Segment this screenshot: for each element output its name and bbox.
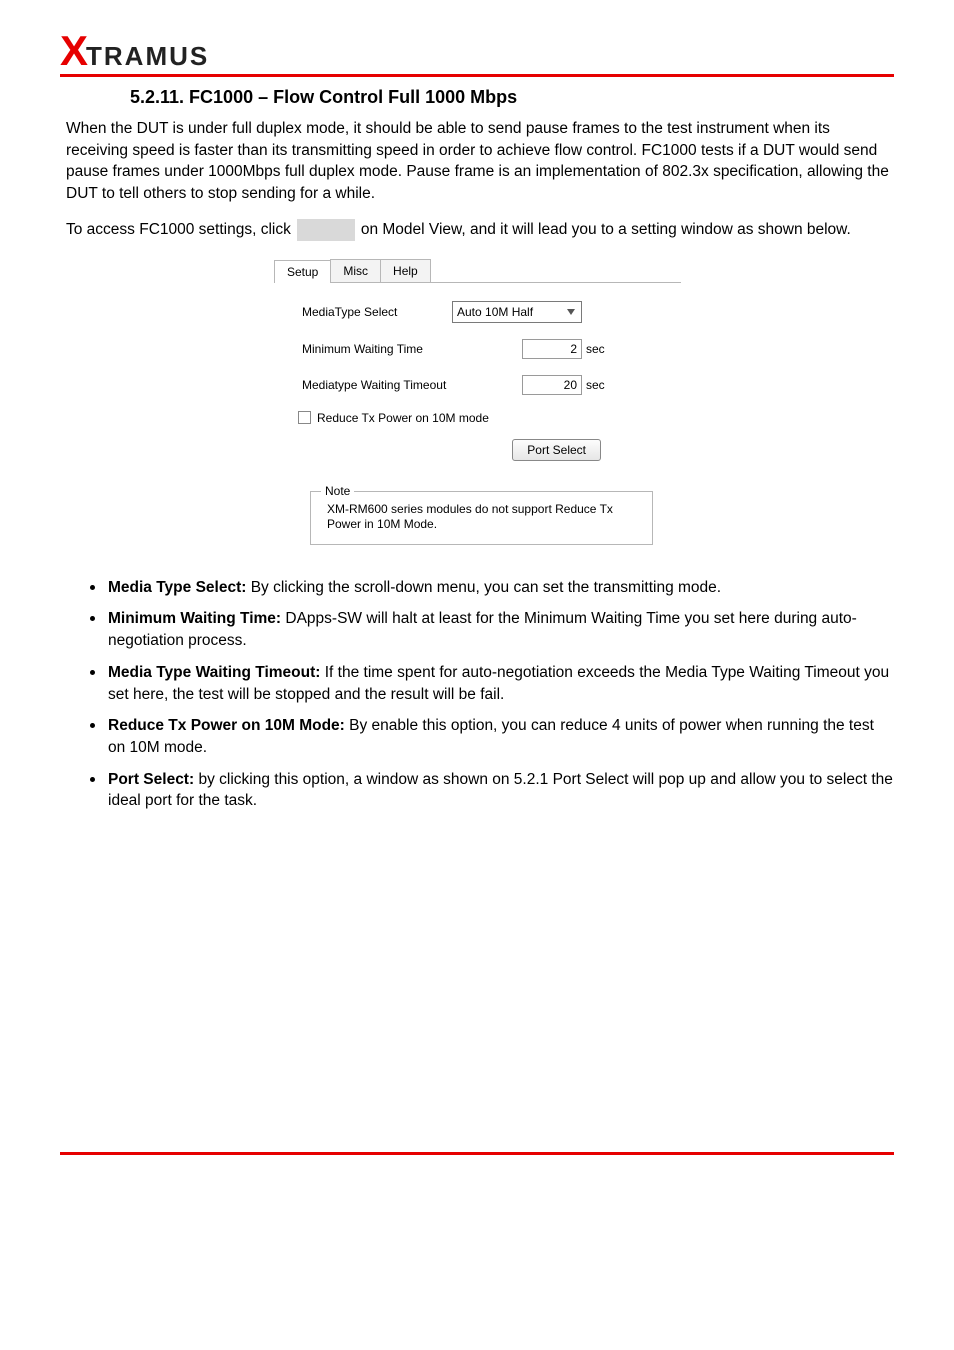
page-header: X TRAMUS	[60, 30, 894, 77]
chevron-down-icon	[567, 309, 575, 315]
timeout-label: Mediatype Waiting Timeout	[302, 378, 452, 392]
placeholder-icon	[297, 219, 355, 241]
bullet-port-select: Port Select: by clicking this option, a …	[90, 769, 894, 812]
bullet-reduce-tx: Reduce Tx Power on 10M Mode: By enable t…	[90, 715, 894, 758]
bullet-timeout: Media Type Waiting Timeout: If the time …	[90, 662, 894, 705]
logo: X TRAMUS	[60, 30, 209, 72]
panel-body: MediaType Select Auto 10M Half Minimum W…	[274, 283, 681, 545]
row-media-type: MediaType Select Auto 10M Half	[302, 301, 661, 323]
bullet-2-label: Minimum Waiting Time:	[108, 610, 285, 627]
reduce-tx-label: Reduce Tx Power on 10M mode	[317, 411, 489, 425]
tab-help[interactable]: Help	[380, 259, 431, 282]
unit-sec-2: sec	[586, 378, 605, 392]
bullet-3-label: Media Type Waiting Timeout:	[108, 664, 325, 681]
logo-rest: TRAMUS	[86, 43, 209, 69]
row-reduce-tx: Reduce Tx Power on 10M mode	[298, 411, 661, 425]
bullet-media-type: Media Type Select: By clicking the scrol…	[90, 577, 894, 599]
bullet-5-text: by clicking this option, a window as sho…	[108, 771, 893, 810]
bullet-5-label: Port Select:	[108, 771, 198, 788]
reduce-tx-checkbox[interactable]	[298, 411, 311, 424]
note-groupbox: Note XM-RM600 series modules do not supp…	[310, 491, 653, 545]
note-legend: Note	[321, 484, 354, 498]
media-type-value: Auto 10M Half	[457, 305, 533, 319]
hint-pre-text: To access FC1000 settings, click	[66, 221, 291, 239]
media-type-select[interactable]: Auto 10M Half	[452, 301, 582, 323]
bullet-4-label: Reduce Tx Power on 10M Mode:	[108, 717, 349, 734]
bullet-list: Media Type Select: By clicking the scrol…	[90, 577, 894, 812]
timeout-input[interactable]	[522, 375, 582, 395]
settings-panel: Setup Misc Help MediaType Select Auto 10…	[273, 259, 681, 559]
hint-post-text: on Model View, and it will lead you to a…	[361, 221, 851, 239]
row-timeout: Mediatype Waiting Timeout sec	[302, 375, 661, 395]
paragraph-click-hint: To access FC1000 settings, click on Mode…	[66, 219, 894, 241]
page-footer	[60, 1152, 894, 1159]
row-min-wait: Minimum Waiting Time sec	[302, 339, 661, 359]
tab-bar: Setup Misc Help	[274, 259, 681, 283]
bullet-min-wait: Minimum Waiting Time: DApps-SW will halt…	[90, 608, 894, 651]
tab-setup[interactable]: Setup	[274, 260, 331, 283]
unit-sec-1: sec	[586, 342, 605, 356]
row-port-select: Port Select	[302, 439, 661, 461]
logo-x-glyph: X	[60, 30, 86, 72]
min-wait-label: Minimum Waiting Time	[302, 342, 452, 356]
bullet-1-text: By clicking the scroll-down menu, you ca…	[251, 579, 721, 596]
tab-misc[interactable]: Misc	[330, 259, 381, 282]
note-text: XM-RM600 series modules do not support R…	[323, 502, 640, 532]
paragraph-intro: When the DUT is under full duplex mode, …	[66, 118, 894, 205]
bullet-1-label: Media Type Select:	[108, 579, 251, 596]
min-wait-input[interactable]	[522, 339, 582, 359]
media-type-label: MediaType Select	[302, 305, 452, 319]
settings-screenshot: Setup Misc Help MediaType Select Auto 10…	[60, 259, 894, 559]
section-title: 5.2.11. FC1000 – Flow Control Full 1000 …	[130, 87, 894, 108]
port-select-button[interactable]: Port Select	[512, 439, 601, 461]
